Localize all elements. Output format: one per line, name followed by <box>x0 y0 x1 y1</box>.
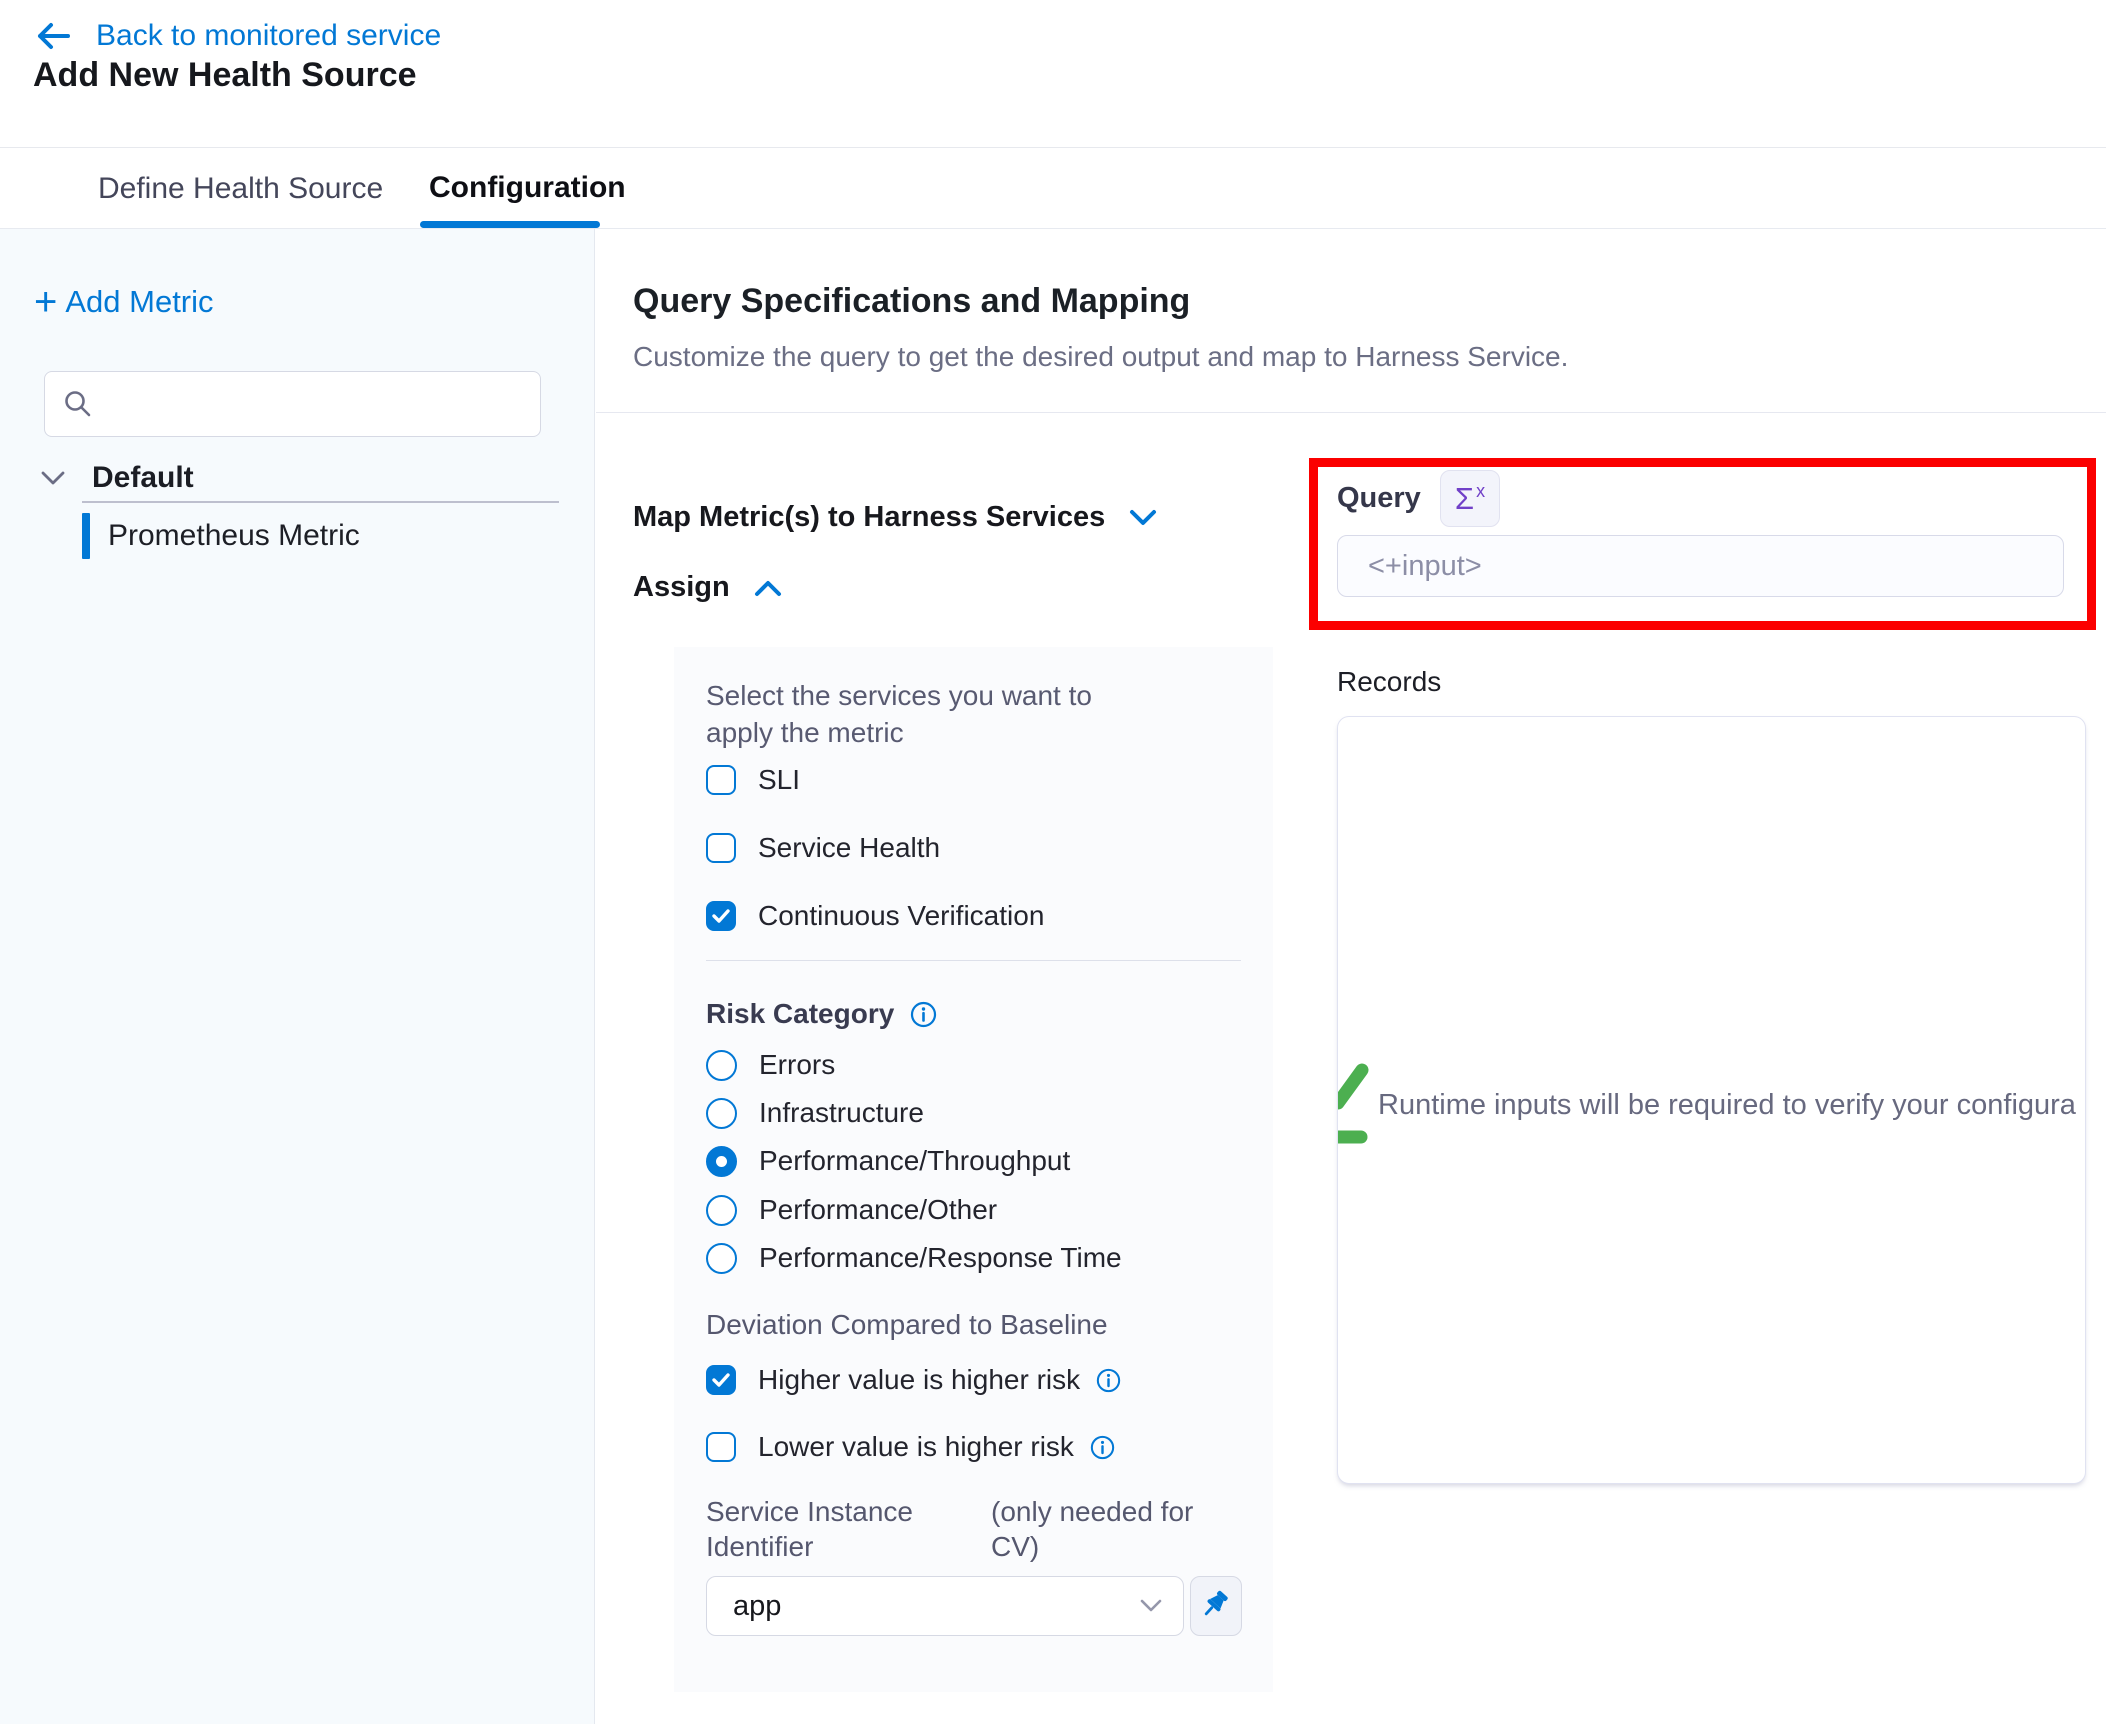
radio-row-errors[interactable]: Errors <box>706 1049 835 1081</box>
map-metrics-label: Map Metric(s) to Harness Services <box>633 501 1105 534</box>
metric-search-box <box>44 371 541 437</box>
radio-row-performance-throughput[interactable]: Performance/Throughput <box>706 1145 1070 1177</box>
sli-label: SLI <box>758 764 800 796</box>
metrics-sidebar: + Add Metric Default Prometheus Metric <box>0 229 595 1724</box>
active-tab-indicator <box>420 221 600 228</box>
higher-risk-label: Higher value is higher risk <box>758 1364 1080 1396</box>
search-input[interactable] <box>107 388 522 420</box>
info-icon[interactable] <box>1096 1368 1121 1393</box>
performance-throughput-radio[interactable] <box>706 1146 737 1177</box>
records-panel: Runtime inputs will be required to verif… <box>1337 716 2086 1484</box>
higher-risk-checkbox[interactable] <box>706 1365 736 1395</box>
info-icon[interactable] <box>910 1001 937 1028</box>
panel-divider <box>706 960 1241 961</box>
checkbox-row-service-health[interactable]: Service Health <box>706 832 940 864</box>
runtime-inputs-message-row: Runtime inputs will be required to verif… <box>1337 1061 2076 1149</box>
chevron-down-icon <box>1139 1598 1163 1614</box>
continuous-verification-checkbox[interactable] <box>706 901 736 931</box>
group-divider <box>82 501 559 503</box>
chevron-down-icon <box>40 469 66 487</box>
metric-group-default[interactable]: Default <box>40 461 194 495</box>
service-instance-note: (only needed for CV) <box>991 1494 1226 1564</box>
main-content: Query Specifications and Mapping Customi… <box>596 229 2106 1724</box>
service-instance-value: app <box>733 1590 1139 1623</box>
add-health-source-page: Back to monitored service Add New Health… <box>0 0 2106 1724</box>
section-title: Query Specifications and Mapping <box>633 282 1190 321</box>
chevron-up-icon <box>752 577 784 599</box>
query-label: Query <box>1337 482 1421 515</box>
chevron-down-icon <box>1127 507 1159 529</box>
back-link[interactable]: Back to monitored service <box>36 14 441 58</box>
assign-panel: Select the services you want to apply th… <box>674 647 1273 1692</box>
service-instance-select-row: app <box>706 1576 1242 1636</box>
map-metrics-section-toggle[interactable]: Map Metric(s) to Harness Services <box>633 501 1159 534</box>
infrastructure-label: Infrastructure <box>759 1097 924 1129</box>
lower-risk-label: Lower value is higher risk <box>758 1431 1074 1463</box>
performance-other-label: Performance/Other <box>759 1194 997 1226</box>
sidebar-item-prometheus-metric[interactable]: Prometheus Metric <box>82 513 360 559</box>
sigma-sup: x <box>1476 481 1485 502</box>
infrastructure-radio[interactable] <box>706 1098 737 1129</box>
page-title: Add New Health Source <box>33 56 417 95</box>
selected-indicator <box>82 513 90 559</box>
add-metric-label: Add Metric <box>65 284 213 320</box>
checkbox-row-lower-risk[interactable]: Lower value is higher risk <box>706 1431 1115 1463</box>
records-label: Records <box>1337 666 1441 698</box>
section-subtitle: Customize the query to get the desired o… <box>633 341 1568 373</box>
service-instance-label: Service Instance Identifier <box>706 1494 959 1564</box>
service-health-checkbox[interactable] <box>706 833 736 863</box>
pushpin-icon <box>1200 1590 1232 1622</box>
performance-response-time-radio[interactable] <box>706 1243 737 1274</box>
add-metric-button[interactable]: + Add Metric <box>34 284 214 320</box>
sli-checkbox[interactable] <box>706 765 736 795</box>
risk-category-label: Risk Category <box>706 998 894 1030</box>
arrow-left-icon <box>36 21 72 51</box>
sigma-icon: Σ <box>1455 481 1474 517</box>
assign-label: Assign <box>633 571 730 604</box>
pin-button[interactable] <box>1190 1576 1242 1636</box>
search-icon <box>63 389 93 419</box>
risk-category-header: Risk Category <box>706 998 937 1030</box>
query-input[interactable] <box>1337 535 2064 597</box>
checkbox-row-continuous-verification[interactable]: Continuous Verification <box>706 900 1044 932</box>
service-health-label: Service Health <box>758 832 940 864</box>
performance-other-radio[interactable] <box>706 1195 737 1226</box>
tab-configuration[interactable]: Configuration <box>429 171 626 205</box>
performance-response-time-label: Performance/Response Time <box>759 1242 1122 1274</box>
tab-bar: Define Health Source Configuration <box>0 148 2106 229</box>
services-instruction: Select the services you want to apply th… <box>706 677 1166 751</box>
errors-radio[interactable] <box>706 1050 737 1081</box>
checkbox-row-higher-risk[interactable]: Higher value is higher risk <box>706 1364 1121 1396</box>
assign-section-toggle[interactable]: Assign <box>633 571 784 604</box>
plus-icon: + <box>34 287 57 317</box>
back-link-label: Back to monitored service <box>96 19 441 53</box>
section-divider <box>596 412 2106 413</box>
expression-builder-button[interactable]: Σ x <box>1440 470 1500 527</box>
service-instance-select[interactable]: app <box>706 1576 1184 1636</box>
radio-row-performance-other[interactable]: Performance/Other <box>706 1194 997 1226</box>
radio-row-infrastructure[interactable]: Infrastructure <box>706 1097 924 1129</box>
radio-row-performance-response-time[interactable]: Performance/Response Time <box>706 1242 1122 1274</box>
checkbox-row-sli[interactable]: SLI <box>706 764 800 796</box>
lower-risk-checkbox[interactable] <box>706 1432 736 1462</box>
info-icon[interactable] <box>1090 1435 1115 1460</box>
metric-name: Prometheus Metric <box>108 519 360 553</box>
runtime-input-icon <box>1337 1061 1374 1149</box>
deviation-label: Deviation Compared to Baseline <box>706 1309 1108 1341</box>
group-label: Default <box>92 461 194 495</box>
performance-throughput-label: Performance/Throughput <box>759 1145 1070 1177</box>
continuous-verification-label: Continuous Verification <box>758 900 1044 932</box>
errors-label: Errors <box>759 1049 835 1081</box>
runtime-inputs-message: Runtime inputs will be required to verif… <box>1378 1089 2076 1122</box>
tab-define-health-source[interactable]: Define Health Source <box>98 172 383 206</box>
service-instance-identifier-header: Service Instance Identifier (only needed… <box>706 1494 1226 1564</box>
